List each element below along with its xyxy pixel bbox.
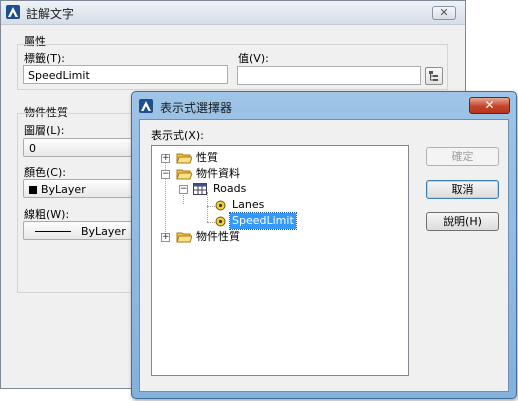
tree-item-lanes[interactable]: Lanes xyxy=(152,197,408,213)
tree-item-label-selected: SpeedLimit xyxy=(229,212,297,230)
expression-label: 表示式(X): xyxy=(151,129,204,142)
annotation-text-titlebar[interactable]: 註解文字 ✕ xyxy=(1,1,465,25)
help-button[interactable]: 說明(H) xyxy=(426,212,499,231)
folder-icon xyxy=(176,232,192,243)
tree-item-properties[interactable]: + 性質 xyxy=(152,150,408,166)
autocad-app-icon xyxy=(139,99,153,113)
tree-item-object-properties[interactable]: + 物件性質 xyxy=(152,229,408,245)
expand-plus-icon[interactable]: + xyxy=(161,233,170,242)
field-icon xyxy=(215,216,226,227)
folder-icon xyxy=(176,153,192,164)
close-icon: ✕ xyxy=(484,98,495,112)
ok-button[interactable]: 確定 xyxy=(426,147,499,166)
autocad-app-icon xyxy=(6,5,20,19)
close-button[interactable]: ✕ xyxy=(432,6,456,20)
tree-list-icon xyxy=(429,71,438,81)
value-label: 值(V): xyxy=(238,52,269,65)
tree-item-label: 性質 xyxy=(196,151,218,164)
expression-picker-button[interactable] xyxy=(425,67,443,85)
tree-item-label: Lanes xyxy=(232,198,265,211)
collapse-minus-icon[interactable]: − xyxy=(179,185,188,194)
open-folder-icon xyxy=(176,169,192,180)
cancel-button[interactable]: 取消 xyxy=(426,180,499,199)
tree-item-roads[interactable]: − Roads xyxy=(152,181,408,197)
expression-tree[interactable]: + 性質 − 物件資料 − Roads Lanes SpeedLimit + 物… xyxy=(151,145,409,376)
tree-item-speedlimit[interactable]: SpeedLimit xyxy=(152,212,408,230)
annotation-text-title: 註解文字 xyxy=(26,7,75,21)
expression-selector-titlebar[interactable]: 表示式選擇器 ✕ xyxy=(132,92,516,119)
tree-item-label: 物件資料 xyxy=(196,167,240,180)
expand-plus-icon[interactable]: + xyxy=(161,154,170,163)
close-button[interactable]: ✕ xyxy=(469,97,510,114)
tree-item-label: Roads xyxy=(213,182,247,195)
table-icon xyxy=(193,183,207,195)
tree-item-object-data[interactable]: − 物件資料 xyxy=(152,166,408,182)
expression-selector-title: 表示式選擇器 xyxy=(160,101,233,115)
tag-field[interactable]: SpeedLimit xyxy=(23,65,228,84)
field-icon xyxy=(215,200,226,211)
expression-selector-dialog: 表示式選擇器 ✕ 表示式(X): + 性質 − 物件資料 − Roads Lan… xyxy=(131,91,517,399)
tree-item-label: 物件性質 xyxy=(196,230,240,243)
tag-label: 標籤(T): xyxy=(24,52,66,65)
properties-group xyxy=(17,113,135,293)
close-icon: ✕ xyxy=(439,6,449,19)
value-field[interactable] xyxy=(237,66,421,85)
collapse-minus-icon[interactable]: − xyxy=(161,170,170,179)
expression-selector-body: 表示式(X): + 性質 − 物件資料 − Roads Lanes SpeedL… xyxy=(139,119,509,392)
